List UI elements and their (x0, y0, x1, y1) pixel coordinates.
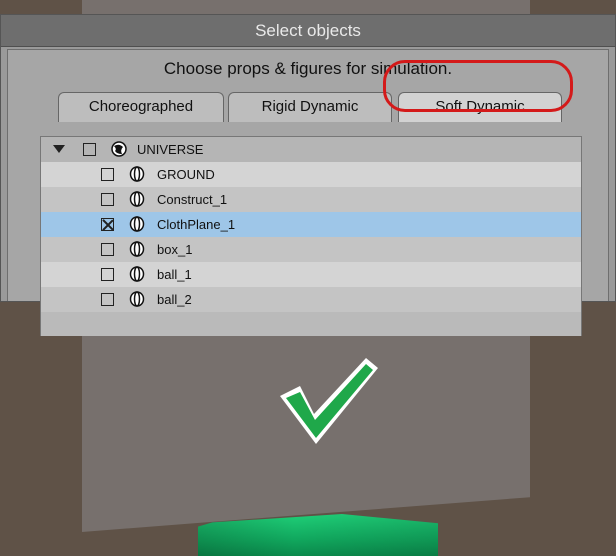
tree-row[interactable]: ball_1 (41, 262, 581, 287)
tree-row[interactable]: GROUND (41, 162, 581, 187)
tree-row-universe[interactable]: UNIVERSE (41, 137, 581, 162)
tree-row[interactable]: ball_2 (41, 287, 581, 312)
tab-choreographed[interactable]: Choreographed (58, 92, 224, 122)
checkmark-icon (280, 358, 378, 444)
tree-label: ball_1 (157, 267, 192, 282)
globe-icon (111, 141, 127, 157)
tree-row[interactable]: Construct_1 (41, 187, 581, 212)
prop-icon (129, 216, 145, 232)
tree-row-selected[interactable]: ClothPlane_1 (41, 212, 581, 237)
tree-label: ball_2 (157, 292, 192, 307)
object-tree: UNIVERSE GROUND Construct_1 ClothPlane_1… (40, 136, 582, 336)
green-box (198, 514, 438, 556)
tree-label: GROUND (157, 167, 215, 182)
expand-arrow-icon[interactable] (53, 145, 65, 153)
prop-icon (129, 266, 145, 282)
universe-checkbox[interactable] (83, 143, 96, 156)
prop-icon (129, 241, 145, 257)
tree-label: Construct_1 (157, 192, 228, 207)
tree-label: UNIVERSE (137, 142, 204, 157)
item-checkbox[interactable] (101, 268, 114, 281)
tree-label: box_1 (157, 242, 193, 257)
prop-icon (129, 291, 145, 307)
tree-row[interactable]: box_1 (41, 237, 581, 262)
tab-rigid-dynamic[interactable]: Rigid Dynamic (228, 92, 392, 122)
tree-label: ClothPlane_1 (157, 217, 236, 232)
prop-icon (129, 166, 145, 182)
dialog-title: Select objects (1, 15, 615, 47)
cloth-plane-top (82, 0, 530, 14)
item-checkbox-checked[interactable] (101, 218, 114, 231)
prop-icon (129, 191, 145, 207)
item-checkbox[interactable] (101, 168, 114, 181)
select-objects-dialog: Select objects Choose props & figures fo… (0, 14, 616, 336)
highlight-ellipse (383, 60, 573, 112)
item-checkbox[interactable] (101, 193, 114, 206)
item-checkbox[interactable] (101, 293, 114, 306)
item-checkbox[interactable] (101, 243, 114, 256)
